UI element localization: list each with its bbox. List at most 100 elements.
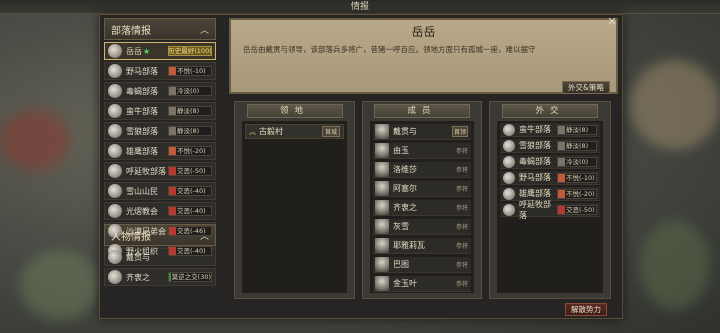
relation-badge: 交恶(-40)	[168, 206, 212, 216]
territory-panel: 领地 ︽ 古毅村 首城	[234, 101, 355, 299]
tribe-name: 岳岳★	[126, 46, 151, 56]
territory-name: 古毅村	[259, 127, 283, 136]
portrait-icon	[108, 270, 122, 284]
tribe-emblem-icon	[108, 204, 122, 218]
diplomacy-row[interactable]: 呼延牧部落 交恶(-50)	[500, 200, 600, 220]
close-icon[interactable]: ✕	[606, 16, 618, 28]
tribe-emblem-icon	[108, 44, 122, 58]
tribe-name: 蛮牛部落	[126, 106, 158, 116]
relation-color-swatch	[558, 157, 565, 166]
tribe-row[interactable]: 蛮牛部落 静淡(8)	[104, 102, 216, 120]
tribe-row[interactable]: 野马部落 不悦(-10)	[104, 62, 216, 80]
member-name: 由玉	[393, 146, 409, 155]
chevron-up-icon[interactable]: ︿	[200, 23, 209, 36]
member-row[interactable]: 金玉叶 参将	[373, 276, 471, 292]
relation-color-swatch	[558, 205, 565, 214]
member-portrait-icon	[375, 238, 389, 253]
relation-badge: 不悦(-10)	[168, 66, 212, 76]
tribe-name: 蛮牛部落	[519, 125, 551, 134]
member-portrait-icon	[375, 143, 389, 158]
diplomacy-row[interactable]: 毒蝎部落 冷淡(0)	[500, 155, 600, 169]
tribe-emblem-icon	[108, 84, 122, 98]
chevron-up-icon[interactable]: ︿	[200, 229, 209, 242]
relation-text: 冷淡(0)	[566, 157, 589, 166]
tribe-row[interactable]: 雪狼部落 静淡(8)	[104, 122, 216, 140]
member-role: 参将	[455, 262, 468, 269]
member-row[interactable]: 戴贯与 首领	[373, 124, 471, 140]
member-portrait-icon	[375, 276, 389, 291]
member-name: 耶雅莉瓦	[393, 241, 425, 250]
member-name: 金玉叶	[393, 279, 417, 288]
relation-text: 交恶(-50)	[566, 205, 595, 214]
tribe-name: 毒蝎部落	[519, 157, 551, 166]
person-name: 戴贯与	[126, 252, 150, 262]
relation-color-swatch	[558, 125, 565, 134]
tribe-emblem-icon	[108, 124, 122, 138]
relation-text: 静淡(8)	[177, 127, 200, 135]
tribe-row[interactable]: 呼延牧部落 交恶(-50)	[104, 162, 216, 180]
tribe-row[interactable]: 毒蝎部落 冷淡(0)	[104, 82, 216, 100]
tribe-row[interactable]: 光熠教会 交恶(-40)	[104, 202, 216, 220]
territory-list: ︽ 古毅村 首城	[241, 120, 348, 294]
member-portrait-icon	[375, 162, 389, 177]
relation-text: 不悦(-20)	[566, 189, 595, 198]
member-role: 参将	[455, 167, 468, 174]
member-name: 洛维莎	[393, 165, 417, 174]
relation-badge: 冷淡(0)	[168, 86, 212, 96]
member-row[interactable]: 齐衷之 参将	[373, 200, 471, 216]
tribe-row[interactable]: 雪山山民 交恶(-40)	[104, 182, 216, 200]
member-row[interactable]: 阿塞尔 参将	[373, 181, 471, 197]
people-section-title: 人物情报	[111, 231, 151, 243]
member-role: 参将	[455, 148, 468, 155]
member-role: 参将	[455, 205, 468, 212]
territory-header: 领地	[246, 104, 343, 118]
relation-color-swatch	[558, 173, 565, 182]
tribe-name: 雄鹰部落	[126, 146, 158, 156]
member-name: 齐衷之	[393, 203, 417, 212]
relation-badge: 静淡(8)	[557, 140, 597, 151]
diplomacy-row[interactable]: 雪狼部落 静淡(8)	[500, 139, 600, 153]
tribe-emblem-icon	[108, 64, 122, 78]
diplomacy-row[interactable]: 蛮牛部落 静淡(8)	[500, 123, 600, 137]
tribe-section-header[interactable]: 部落情报 ︿	[104, 18, 216, 40]
member-name: 阿塞尔	[393, 184, 417, 193]
relation-text: 不悦(-10)	[177, 67, 206, 75]
tribe-emblem-icon	[503, 203, 515, 216]
member-portrait-icon	[375, 219, 389, 234]
tribe-section-title: 部落情报	[111, 25, 151, 37]
tribe-emblem-icon	[108, 184, 122, 198]
member-portrait-icon	[375, 124, 389, 139]
relation-badge: 交恶(-40)	[168, 186, 212, 196]
relation-text: 静淡(8)	[566, 125, 589, 134]
people-list: 戴贯与齐衷之 莫逆之交(30)	[104, 248, 216, 286]
members-header: 成员	[374, 104, 470, 118]
member-row[interactable]: 洛维莎 参将	[373, 162, 471, 178]
member-row[interactable]: 耶雅莉瓦 参将	[373, 238, 471, 254]
star-icon: ★	[143, 46, 151, 56]
tribe-name: 呼延牧部落	[519, 199, 551, 220]
diplomacy-panel: 外交 蛮牛部落 静淡(8) 雪狼部落 静淡(8) 毒蝎部落 冷淡(0) 野马部落 不悦(-10…	[489, 101, 611, 299]
disband-faction-button[interactable]: 解散势力	[565, 303, 607, 316]
relation-text: 静淡(8)	[566, 141, 589, 150]
member-row[interactable]: 巴图 参将	[373, 257, 471, 273]
relation-text: 冷淡(0)	[177, 87, 200, 95]
diplomacy-strategy-button[interactable]: 外交&策略	[562, 81, 610, 94]
diplomacy-row[interactable]: 野马部落 不悦(-10)	[500, 171, 600, 185]
window-title: 情报	[0, 0, 720, 14]
tribe-emblem-icon	[108, 144, 122, 158]
tribe-row[interactable]: 雄鹰部落 不悦(-20)	[104, 142, 216, 160]
territory-row[interactable]: ︽ 古毅村 首城	[245, 124, 344, 139]
relation-color-swatch	[169, 147, 176, 155]
member-row[interactable]: 由玉 参将	[373, 143, 471, 159]
tribe-name: 野马部落	[126, 66, 158, 76]
tribe-row[interactable]: 岳岳★ 历史最好(100)	[104, 42, 216, 60]
relation-text: 不悦(-10)	[566, 173, 595, 182]
member-list: 戴贯与 首领 由玉 参将 洛维莎 参将 阿塞尔 参将 齐衷之 参将 灰雪 参将 耶雅莉瓦 参将 巴图 参将 金玉…	[369, 120, 475, 294]
relation-color-swatch	[169, 127, 176, 135]
person-row[interactable]: 齐衷之 莫逆之交(30)	[104, 268, 216, 286]
member-row[interactable]: 灰雪 参将	[373, 219, 471, 235]
relation-badge: 不悦(-20)	[557, 188, 597, 199]
member-role: 首领	[451, 126, 468, 137]
relation-text: 静淡(8)	[177, 107, 200, 115]
tribe-emblem-icon	[503, 187, 515, 200]
